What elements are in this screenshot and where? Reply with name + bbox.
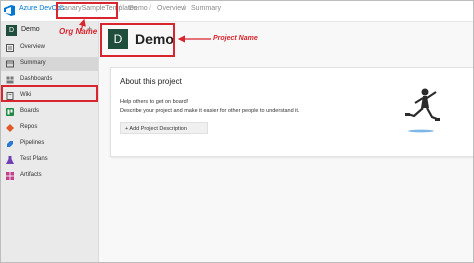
overview-icon <box>6 44 14 52</box>
breadcrumb-project[interactable]: Demo <box>129 5 148 12</box>
sidebar-item-boards[interactable]: Boards <box>1 105 98 119</box>
card-title: About this project <box>120 77 182 86</box>
project-avatar: D <box>6 25 17 36</box>
add-project-description-button[interactable]: + Add Project Description <box>120 122 208 134</box>
sidebar-project-name: Demo <box>21 26 40 33</box>
boards-icon <box>6 108 14 116</box>
repos-icon <box>6 124 14 132</box>
breadcrumb-separator: / <box>149 5 151 12</box>
project-highlight-box <box>100 23 175 57</box>
artifacts-icon <box>6 172 14 180</box>
about-project-card: About this project Help others to get on… <box>110 67 473 157</box>
pipelines-icon <box>7 141 13 147</box>
breadcrumb-overview[interactable]: Overview <box>157 5 186 12</box>
screenshot-frame: Azure DevOps CanarySampleTemplates / Dem… <box>0 0 474 263</box>
sidebar-item-label: Boards <box>20 108 40 114</box>
sidebar-item-label: Artifacts <box>20 172 42 178</box>
jumping-person-illustration-icon <box>405 88 440 133</box>
sidebar-item-label: Summary <box>20 60 46 66</box>
sidebar-item-pipelines[interactable]: Pipelines <box>1 137 98 151</box>
breadcrumb-separator: / <box>119 5 121 12</box>
breadcrumb-separator: / <box>183 5 185 12</box>
project-name-annotation: Project Name <box>213 35 258 42</box>
help-text: Describe your project and make it easier… <box>120 108 300 114</box>
sidebar-item-test-plans[interactable]: Test Plans <box>1 153 98 167</box>
org-name-annotation: Org Name <box>59 27 98 36</box>
wiki-highlight-box <box>1 85 98 102</box>
sidebar-item-summary[interactable]: Summary <box>1 57 98 71</box>
help-heading: Help others to get on board! <box>120 99 189 105</box>
sidebar-item-overview[interactable]: Overview <box>1 41 98 55</box>
sidebar-item-label: Overview <box>20 44 46 50</box>
sidebar-item-label: Repos <box>20 124 38 130</box>
azure-devops-logo-icon[interactable] <box>4 5 16 16</box>
sidebar-item-label: Test Plans <box>20 156 48 162</box>
sidebar-item-artifacts[interactable]: Artifacts <box>1 169 98 183</box>
sidebar-item-label: Pipelines <box>20 140 45 146</box>
dashboards-icon <box>6 76 14 84</box>
sidebar-item-label: Dashboards <box>20 76 53 82</box>
test-plans-icon <box>6 156 14 164</box>
sidebar: D Demo + Overview Summary Dashboards Wik… <box>1 22 99 262</box>
sidebar-item-repos[interactable]: Repos <box>1 121 98 135</box>
breadcrumb-summary[interactable]: Summary <box>191 5 221 12</box>
summary-icon <box>6 60 14 68</box>
org-highlight-box <box>56 2 118 19</box>
